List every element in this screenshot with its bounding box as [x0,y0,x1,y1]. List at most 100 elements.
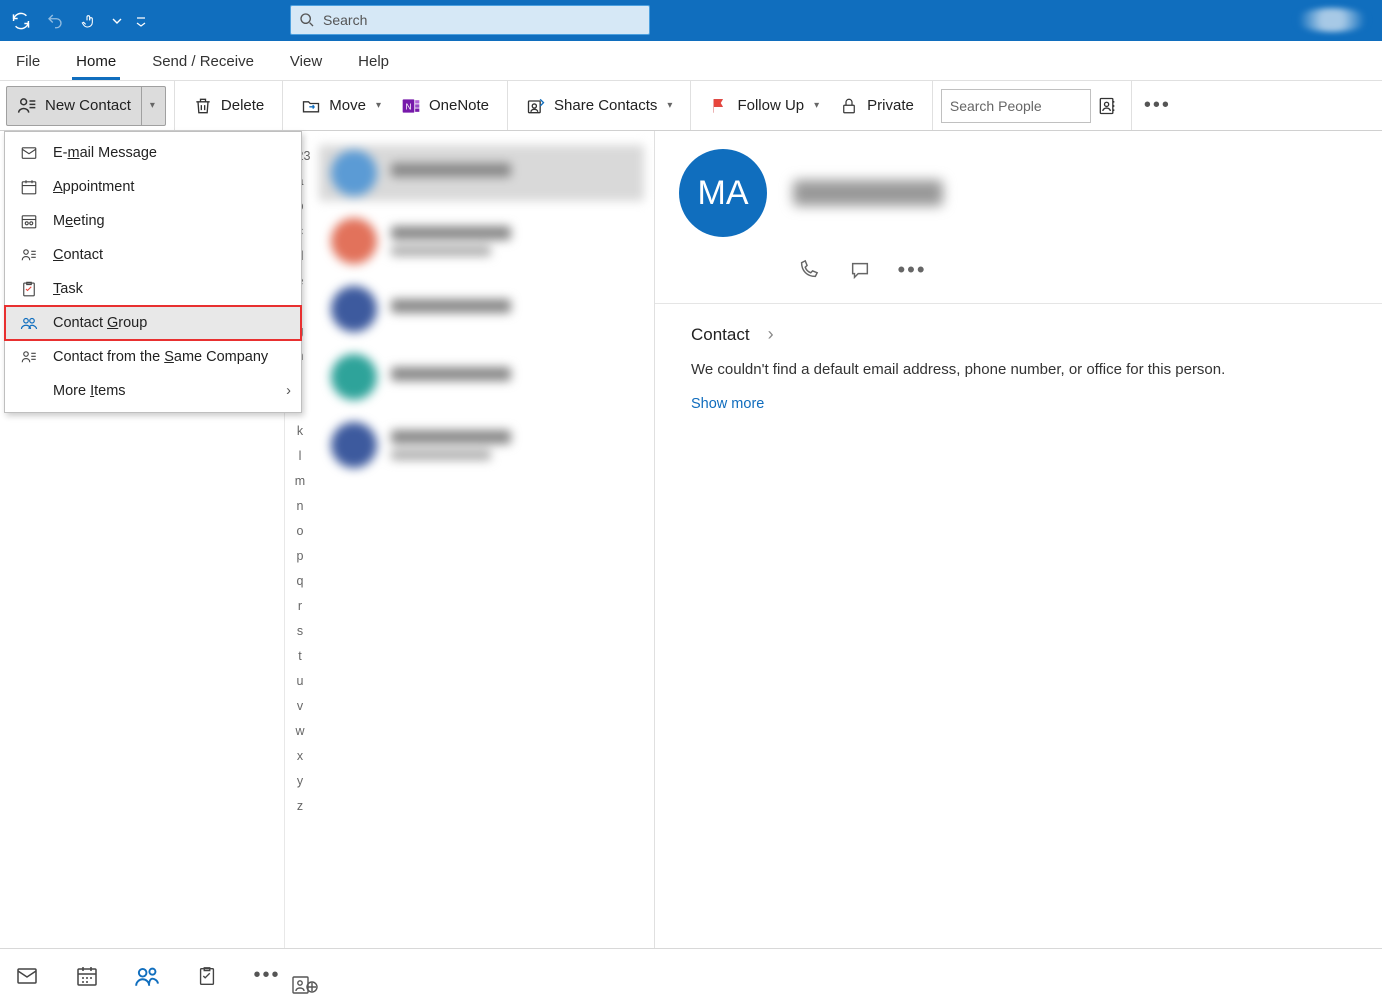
contact-section-header[interactable]: Contact › [691,324,1382,345]
alpha-index-letter[interactable]: u [297,674,304,688]
chevron-right-icon: › [768,324,774,345]
private-button[interactable]: Private [829,87,924,125]
alpha-index-letter[interactable]: s [297,624,303,638]
nav-calendar-icon[interactable] [74,963,100,989]
alpha-index-letter[interactable]: r [298,599,302,613]
follow-up-button[interactable]: Follow Up ▾ [699,87,829,125]
onenote-button[interactable]: N OneNote [391,87,499,125]
alpha-index-letter[interactable]: y [297,774,303,788]
search-people-input[interactable] [941,89,1091,123]
people-group-icon [19,313,39,333]
contact-row[interactable] [319,213,644,269]
menu-appointment[interactable]: Appointment [5,170,301,204]
avatar [331,422,377,468]
chat-button[interactable] [847,257,873,283]
tab-send-receive[interactable]: Send / Receive [148,45,258,80]
account-avatar[interactable] [1297,8,1367,32]
alpha-index-letter[interactable]: p [297,549,304,563]
ribbon-tabs: File Home Send / Receive View Help [0,41,1382,81]
quick-access-toolbar [8,8,150,34]
flag-icon [709,96,729,116]
contact-row[interactable] [319,145,644,201]
menu-contact-group[interactable]: Contact Group [5,306,301,340]
show-more-link[interactable]: Show more [691,396,1382,412]
ribbon: New Contact ▾ Delete Move ▾ N OneNote [0,81,1382,131]
nav-people-icon[interactable] [134,963,160,989]
tab-home[interactable]: Home [72,45,120,80]
avatar [331,150,377,196]
tab-view[interactable]: View [286,45,326,80]
content-area: E-mail Message Appointment Meeting Conta… [0,131,1382,948]
contact-row[interactable] [319,349,644,405]
contact-detail-pane: MA ••• Contact › We couldn't find a defa… [655,131,1382,948]
delete-label: Delete [221,97,264,114]
alpha-index-letter[interactable]: n [297,499,304,513]
address-book-icon [1097,96,1117,116]
alpha-index-letter[interactable]: q [297,574,304,588]
alpha-index-letter[interactable]: z [297,799,303,813]
new-contact-button[interactable]: New Contact ▾ [6,86,166,126]
chevron-right-icon: › [286,383,291,399]
avatar [331,354,377,400]
meeting-icon [19,211,39,231]
menu-email-message[interactable]: E-mail Message [5,136,301,170]
private-label: Private [867,97,914,114]
nav-more-icon[interactable]: ••• [254,963,280,989]
person-list-icon [17,96,37,116]
contact-empty-message: We couldn't find a default email address… [691,361,1382,378]
customize-qat-icon[interactable] [132,8,150,34]
menu-contact-same-company[interactable]: Contact from the Same Company [5,340,301,374]
move-label: Move [329,97,366,114]
mail-icon [19,143,39,163]
navigation-pane: E-mail Message Appointment Meeting Conta… [0,131,285,948]
tab-file[interactable]: File [12,45,44,80]
status-tray-icon[interactable] [292,974,318,996]
contact-list-pane: 123abcdefghijklmnopqrstuvwxyz [285,131,655,948]
alpha-index-letter[interactable]: v [297,699,303,713]
alpha-index-letter[interactable]: o [297,524,304,538]
sync-icon[interactable] [8,8,34,34]
touch-mode-icon[interactable] [76,8,102,34]
svg-text:N: N [405,101,411,111]
nav-tasks-icon[interactable] [194,963,220,989]
nav-mail-icon[interactable] [14,963,40,989]
tab-help[interactable]: Help [354,45,393,80]
menu-contact[interactable]: Contact [5,238,301,272]
alpha-index-letter[interactable]: x [297,749,303,763]
trash-icon [193,96,213,116]
avatar [331,218,377,264]
search-icon [299,12,315,28]
onenote-icon: N [401,96,421,116]
menu-task[interactable]: Task [5,272,301,306]
alpha-index-letter[interactable]: m [295,474,305,488]
contact-row[interactable] [319,417,644,473]
alpha-index-letter[interactable]: l [299,449,302,463]
lock-icon [839,96,859,116]
follow-up-label: Follow Up [737,97,804,114]
share-contacts-label: Share Contacts [554,97,657,114]
search-input[interactable] [323,12,641,28]
person-list-icon [19,245,39,265]
ribbon-overflow-button[interactable]: ••• [1132,94,1183,117]
alpha-index-letter[interactable]: k [297,424,303,438]
contact-row[interactable] [319,281,644,337]
call-button[interactable] [795,257,821,283]
search-box[interactable] [290,5,650,35]
chevron-down-icon[interactable] [110,8,124,34]
chevron-down-icon: ▾ [376,100,381,111]
bottom-navigation: ••• [0,948,1382,1002]
undo-icon[interactable] [42,8,68,34]
menu-more-items[interactable]: More Items › [5,374,301,408]
move-button[interactable]: Move ▾ [291,87,391,125]
alpha-index-letter[interactable]: w [295,724,304,738]
menu-meeting[interactable]: Meeting [5,204,301,238]
chevron-down-icon[interactable]: ▾ [141,87,155,125]
contact-avatar-large: MA [679,149,767,237]
chevron-down-icon: ▾ [814,100,819,111]
share-contacts-button[interactable]: Share Contacts ▾ [516,87,682,125]
more-actions-button[interactable]: ••• [899,257,925,283]
delete-button[interactable]: Delete [183,87,274,125]
alpha-index-letter[interactable]: t [298,649,301,663]
address-book-button[interactable] [1091,87,1123,125]
avatar [331,286,377,332]
